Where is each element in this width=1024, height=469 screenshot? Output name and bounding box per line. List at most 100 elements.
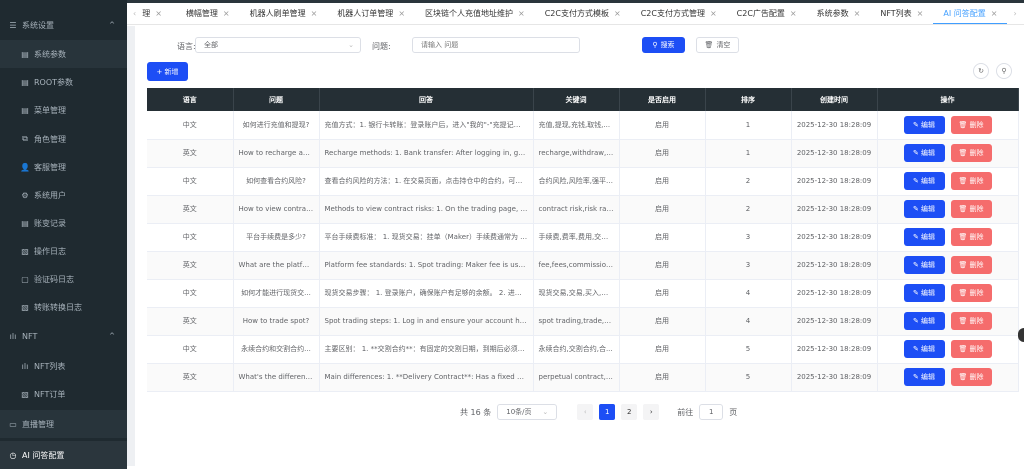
sidebar-item[interactable]: ☰ 系统设置 ^: [0, 11, 127, 39]
chevron-up-icon[interactable]: ^: [109, 21, 115, 29]
edit-button[interactable]: ✎ 编辑: [903, 115, 945, 134]
table-cell: 2025-12-30 18:28:09: [791, 223, 878, 252]
tab[interactable]: 机器人订单管理 ×: [327, 3, 415, 24]
sidebar-item[interactable]: ▭ 直播管理: [0, 410, 127, 438]
delete-button[interactable]: 🗑 删除: [950, 256, 992, 274]
language-select-value: 全部: [204, 41, 218, 49]
tab[interactable]: 横幅管理 ×: [176, 3, 240, 24]
sidebar-item[interactable]: ▤ ROOT参数: [0, 68, 127, 96]
tab[interactable]: 机器人刷单管理 ×: [240, 3, 328, 24]
edit-button[interactable]: ✎ 编辑: [903, 256, 945, 274]
delete-button[interactable]: 🗑 删除: [950, 228, 992, 246]
sidebar-item[interactable]: ▧ 转账转换日志: [0, 293, 127, 321]
table-cell: 充值方式：1. 银行卡转账：登录账户后，进入"我的"-"充提记录"，...: [319, 111, 534, 140]
close-icon[interactable]: ×: [917, 9, 924, 18]
close-icon[interactable]: ×: [518, 9, 525, 18]
sidebar-item[interactable]: ılı NFT ^: [0, 322, 127, 350]
sidebar-item[interactable]: ▧ 操作日志: [0, 237, 127, 265]
tab[interactable]: 区块链个人充值地址维护 ×: [415, 3, 535, 24]
sidebar-item[interactable]: ılı NFT列表: [0, 352, 127, 380]
clock-icon: ◷: [9, 450, 17, 460]
close-icon[interactable]: ×: [614, 9, 621, 18]
close-icon[interactable]: ×: [854, 9, 861, 18]
tab[interactable]: AI 问答配置 ×: [933, 3, 1008, 24]
prev-page-button[interactable]: ‹: [577, 404, 594, 420]
delete-label: 删除: [969, 261, 984, 269]
delete-button[interactable]: 🗑 删除: [950, 340, 992, 358]
clear-button[interactable]: 🗑 清空: [696, 37, 739, 53]
edit-label: 编辑: [921, 205, 936, 213]
chevron-up-icon[interactable]: ^: [109, 332, 115, 340]
search-toggle-icon[interactable]: ⚲: [996, 63, 1012, 79]
delete-button[interactable]: 🗑 删除: [950, 368, 992, 386]
add-button[interactable]: + 新增: [147, 62, 188, 81]
edit-button[interactable]: ✎ 编辑: [903, 284, 945, 302]
page-2-button[interactable]: 2: [621, 404, 638, 420]
sidebar-item-label: 角色管理: [34, 134, 66, 144]
tab-label: 机器人订单管理: [337, 8, 394, 18]
tab[interactable]: C2C广告配置 ×: [727, 3, 807, 24]
sidebar-item[interactable]: ⚙ 系统用户: [0, 181, 127, 209]
tab[interactable]: 系统参数 ×: [807, 3, 871, 24]
close-icon[interactable]: ×: [710, 9, 717, 18]
search-label: 搜索: [660, 41, 675, 49]
edit-button[interactable]: ✎ 编辑: [903, 144, 945, 162]
sidebar-item[interactable]: ⧉ 角色管理: [0, 125, 127, 153]
edit-button[interactable]: ✎ 编辑: [903, 312, 945, 330]
refresh-icon[interactable]: ↻: [973, 63, 989, 79]
sidebar-item[interactable]: ▤ 系统参数: [0, 40, 127, 68]
column-header: 操作: [877, 88, 1019, 111]
page-size-select[interactable]: 10条/页 ⌄: [497, 404, 558, 420]
tab[interactable]: C2C支付方式管理 ×: [631, 3, 727, 24]
close-icon[interactable]: ×: [311, 9, 318, 18]
delete-button[interactable]: 🗑 删除: [950, 144, 992, 162]
delete-button[interactable]: 🗑 删除: [950, 312, 992, 330]
table-cell: 2: [705, 167, 792, 196]
edit-button[interactable]: ✎ 编辑: [903, 228, 945, 246]
sidebar-item[interactable]: ▤ 菜单管理: [0, 96, 127, 124]
edit-button[interactable]: ✎ 编辑: [903, 172, 945, 190]
table-cell: 启用: [619, 251, 706, 280]
close-icon[interactable]: ×: [398, 9, 405, 18]
table-cell: 平台手续费是多少?: [233, 223, 320, 252]
delete-button[interactable]: 🗑 删除: [950, 284, 992, 302]
page-1-button[interactable]: 1: [599, 404, 616, 420]
close-icon[interactable]: ×: [991, 9, 998, 18]
table-cell: recharge,withdraw,de...: [533, 139, 620, 168]
tab-scroll-right-icon[interactable]: ›: [1007, 9, 1022, 18]
tab[interactable]: 理 ×: [142, 3, 176, 24]
doc-icon: ▤: [21, 218, 29, 228]
sidebar-item-label: 直播管理: [22, 419, 54, 429]
table-cell: 现货交易步骤： 1. 登录账户，确保账户有足够的余额。 2. 进入"...: [319, 279, 534, 308]
sidebar-item[interactable]: ◷ AI 问答配置: [0, 441, 127, 469]
doc-icon: ▤: [21, 105, 29, 115]
table-cell: 中文: [147, 167, 234, 196]
edit-button[interactable]: ✎ 编辑: [903, 368, 945, 386]
delete-button[interactable]: 🗑 删除: [950, 115, 992, 134]
table-cell: 3: [705, 223, 792, 252]
delete-button[interactable]: 🗑 删除: [950, 172, 992, 190]
tab[interactable]: C2C支付方式模板 ×: [535, 3, 631, 24]
question-input[interactable]: [412, 37, 580, 53]
tab-scroll-left-icon[interactable]: ‹: [127, 9, 142, 18]
sidebar-item[interactable]: 👤 客服管理: [0, 153, 127, 181]
floating-handle[interactable]: [1018, 328, 1024, 342]
sidebar-item[interactable]: ▤ 账变记录: [0, 209, 127, 237]
sidebar-item[interactable]: ▧ NFT订单: [0, 380, 127, 408]
delete-label: 删除: [969, 177, 984, 185]
sidebar-item[interactable]: ▢ 验证码日志: [0, 265, 127, 293]
close-icon[interactable]: ×: [155, 9, 162, 18]
next-page-button[interactable]: ›: [643, 404, 660, 420]
table-cell: Recharge methods: 1. Bank transfer: Afte…: [319, 139, 534, 168]
edit-button[interactable]: ✎ 编辑: [903, 200, 945, 218]
actions-cell: ✎ 编辑 🗑 删除: [877, 251, 1019, 280]
tab[interactable]: NFT列表 ×: [870, 3, 933, 24]
close-icon[interactable]: ×: [790, 9, 797, 18]
edit-button[interactable]: ✎ 编辑: [903, 340, 945, 358]
close-icon[interactable]: ×: [223, 9, 230, 18]
delete-button[interactable]: 🗑 删除: [950, 200, 992, 218]
language-select[interactable]: 全部 ⌄: [195, 37, 361, 53]
goto-page-input[interactable]: 1: [699, 404, 724, 420]
search-button[interactable]: ⚲ 搜索: [642, 37, 685, 53]
role-icon: ⧉: [22, 134, 28, 143]
